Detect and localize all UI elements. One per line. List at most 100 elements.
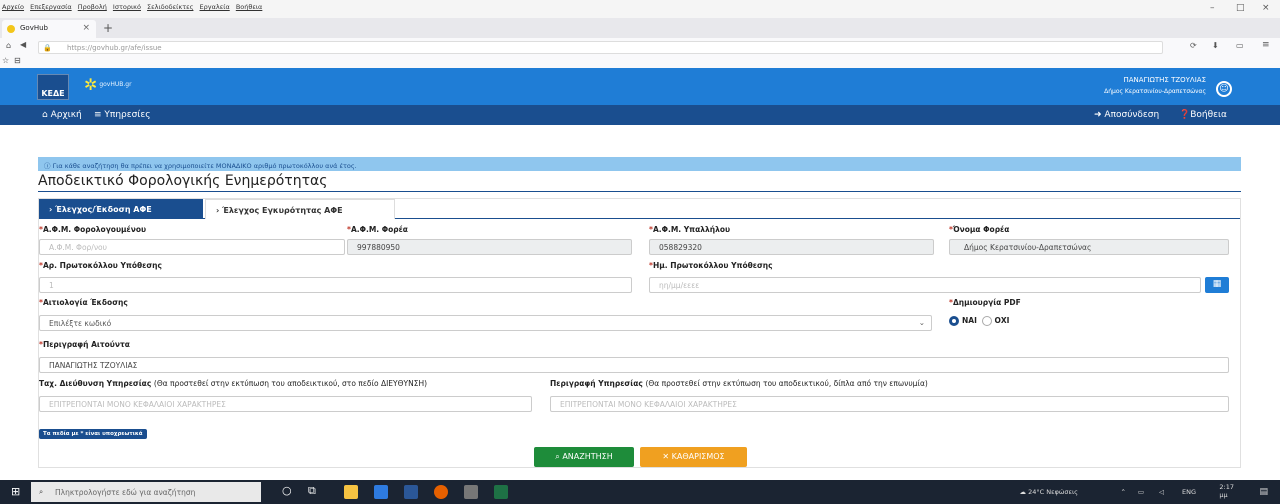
nav-help[interactable]: ❓Βοήθεια	[1179, 110, 1227, 120]
excel-icon[interactable]	[494, 485, 508, 499]
clock[interactable]: 2:17 μμ	[1219, 483, 1234, 499]
download-icon[interactable]: ⬇	[1212, 41, 1219, 50]
agency-name-label: *Όνομα Φορέα	[949, 225, 1010, 234]
alert-text: Για κάθε αναζήτηση θα πρέπει να χρησιμοπ…	[52, 162, 357, 170]
search-button[interactable]: ⌕ ΑΝΑΖΗΤΗΣΗ	[534, 447, 634, 467]
pdf-yes-radio[interactable]	[949, 316, 959, 326]
address-note: (Θα προστεθεί στην εκτύπωση του αποδεικτ…	[153, 379, 428, 388]
library-icon[interactable]: ▭	[1236, 41, 1244, 50]
tab-close-icon[interactable]: ×	[82, 23, 90, 33]
site-header: ΚΕΔΕ ✲ govHUB.gr ΠΑΝΑΓΙΩΤΗΣ ΤΖΟΥΛΙΑΣ Δήμ…	[0, 68, 1280, 105]
pdf-no-radio[interactable]	[981, 316, 992, 326]
weather[interactable]: ☁ 24°C Νεφώσεις	[1020, 488, 1078, 496]
back-icon[interactable]: ◀	[20, 40, 26, 49]
network-icon: ✲	[84, 75, 98, 94]
service-desc-input[interactable]: ΕΠΙΤΡΕΠΟΝΤΑΙ ΜΟΝΟ ΚΕΦΑΛΑΙΟΙ ΧΑΡΑΚΤΗΡΕΣ	[550, 396, 1229, 412]
pdf-radio-group: ΝΑΙ ΟΧΙ	[949, 316, 1009, 326]
tab-title: GovHub	[20, 24, 48, 32]
menu-view[interactable]: Προβολή	[76, 0, 109, 11]
govhub-logo[interactable]: ✲ govHUB.gr	[84, 75, 132, 94]
menu-help[interactable]: Βοήθεια	[234, 0, 265, 11]
star-icon[interactable]: ☆	[2, 56, 9, 65]
page-content: ⓘ Για κάθε αναζήτηση θα πρέπει να χρησιμ…	[0, 125, 1280, 480]
reload-icon[interactable]: ⟳	[1190, 41, 1197, 50]
firefox-icon[interactable]	[434, 485, 448, 499]
nav-help-label: Βοήθεια	[1190, 110, 1227, 120]
new-tab-button[interactable]: +	[103, 21, 113, 35]
tray-chevron-icon[interactable]: ⌃	[1121, 488, 1126, 496]
url-text: https://govhub.gr/afe/issue	[67, 44, 162, 52]
protocol-date-label: *Ημ. Πρωτοκόλλου Υπόθεσης	[649, 261, 773, 270]
language-indicator[interactable]: ENG	[1182, 488, 1196, 496]
network-tray-icon[interactable]: ▭	[1138, 488, 1144, 496]
cortana-icon[interactable]: ○	[282, 484, 292, 497]
afm-agency-field: 997880950	[347, 239, 632, 255]
home-icon[interactable]: ⌂	[6, 41, 11, 50]
protocol-no-input[interactable]: 1	[39, 277, 632, 293]
home-icon: ⌂	[42, 110, 51, 120]
nav-services[interactable]: ≡ Υπηρεσίες	[94, 110, 151, 120]
search-button-label: ΑΝΑΖΗΤΗΣΗ	[562, 452, 613, 461]
info-icon: ⓘ	[44, 162, 53, 170]
user-avatar-icon[interactable]: ☺	[1216, 81, 1232, 97]
outlook-icon[interactable]	[374, 485, 388, 499]
task-view-icon[interactable]: ⧉	[308, 484, 316, 498]
reason-select-value: Επιλέξτε κωδικό	[49, 319, 112, 328]
required-note-badge: Τα πεδία με * είναι υποχρεωτικά	[39, 429, 147, 439]
word-icon[interactable]	[404, 485, 418, 499]
logout-icon: ➜	[1094, 110, 1105, 120]
nav-logout[interactable]: ➜ Αποσύνδεση	[1094, 110, 1159, 120]
govhub-logo-text: govHUB.gr	[99, 81, 132, 88]
chevron-down-icon: ⌄	[918, 318, 925, 327]
close-icon: ✕	[662, 452, 672, 461]
menu-file[interactable]: Αρχείο	[0, 0, 26, 11]
protocol-date-input[interactable]: ηη/μμ/εεεε	[649, 277, 1201, 293]
list-icon: ≡	[94, 110, 105, 120]
tab-issue-afe[interactable]: › Έλεγχος/Έκδοση ΑΦΕ	[39, 199, 203, 219]
afm-taxpayer-input[interactable]: Α.Φ.Μ. Φορ/νου	[39, 239, 345, 255]
menu-bookmarks[interactable]: Σελιδοδείκτες	[145, 0, 195, 11]
app-icon[interactable]	[464, 485, 478, 499]
menu-history[interactable]: Ιστορικό	[111, 0, 143, 11]
clear-button-label: ΚΑΘΑΡΙΣΜΟΣ	[671, 452, 725, 461]
file-explorer-icon[interactable]	[344, 485, 358, 499]
bookmark-folder-icon[interactable]: ⊟	[14, 56, 21, 65]
form-tabs: › Έλεγχος/Έκδοση ΑΦΕ › Έλεγχος Εγκυρότητ…	[39, 199, 1240, 219]
clear-button[interactable]: ✕ ΚΑΘΑΡΙΣΜΟΣ	[640, 447, 747, 467]
hamburger-menu-icon[interactable]: ≡	[1262, 40, 1270, 50]
applicant-label: *Περιγραφή Αιτούντα	[39, 340, 130, 349]
info-alert: ⓘ Για κάθε αναζήτηση θα πρέπει να χρησιμ…	[38, 157, 1241, 171]
close-window-button[interactable]: ×	[1262, 3, 1270, 13]
agency-name-field: Δήμος Κερατσινίου-Δραπετσώνας	[949, 239, 1229, 255]
reason-label: *Αιτιολογία Έκδοσης	[39, 298, 128, 307]
menu-tools[interactable]: Εργαλεία	[198, 0, 232, 11]
nav-home[interactable]: ⌂ Αρχική	[42, 110, 82, 120]
calendar-icon[interactable]: ▦	[1205, 277, 1229, 293]
volume-icon[interactable]: ◁	[1159, 488, 1164, 496]
tab-validate-afe[interactable]: › Έλεγχος Εγκυρότητας ΑΦΕ	[205, 199, 395, 219]
weather-text: 24°C Νεφώσεις	[1028, 488, 1078, 496]
maximize-button[interactable]: □	[1236, 3, 1245, 13]
form-panel: › Έλεγχος/Έκδοση ΑΦΕ › Έλεγχος Εγκυρότητ…	[38, 198, 1241, 468]
user-organization: Δήμος Κερατσινίου-Δραπετσώνας	[1104, 88, 1206, 95]
bookmarks-bar: ☆ ⊟	[0, 56, 1280, 68]
minimize-button[interactable]: –	[1210, 3, 1215, 13]
windows-taskbar: ⊞ ⌕ Πληκτρολογήστε εδώ για αναζήτηση ○ ⧉…	[0, 480, 1280, 504]
browser-tabstrip: GovHub ×	[0, 18, 1280, 38]
browser-menubar: Αρχείο Επεξεργασία Προβολή Ιστορικό Σελι…	[0, 0, 1280, 18]
browser-tab[interactable]: GovHub ×	[2, 20, 96, 38]
cloud-icon: ☁	[1019, 488, 1029, 496]
reason-select[interactable]: Επιλέξτε κωδικό ⌄	[39, 315, 932, 331]
title-divider	[38, 191, 1241, 192]
pdf-label: *Δημιουργία PDF	[949, 298, 1021, 307]
notifications-icon[interactable]: ▤	[1259, 487, 1268, 497]
address-bar[interactable]: 🔒 https://govhub.gr/afe/issue	[38, 41, 1163, 54]
main-nav: ⌂ Αρχική ≡ Υπηρεσίες ➜ Αποσύνδεση ❓Βοήθε…	[0, 105, 1280, 125]
menu-edit[interactable]: Επεξεργασία	[28, 0, 74, 11]
windows-start-icon[interactable]: ⊞	[11, 485, 20, 498]
applicant-input[interactable]: ΠΑΝΑΓΙΩΤΗΣ ΤΖΟΥΛΙΑΣ	[39, 357, 1229, 373]
address-input[interactable]: ΕΠΙΤΡΕΠΟΝΤΑΙ ΜΟΝΟ ΚΕΦΑΛΑΙΟΙ ΧΑΡΑΚΤΗΡΕΣ	[39, 396, 532, 412]
afm-employee-field: 058829320	[649, 239, 934, 255]
taskbar-search[interactable]: ⌕ Πληκτρολογήστε εδώ για αναζήτηση	[31, 482, 261, 502]
kede-logo[interactable]: ΚΕΔΕ	[37, 74, 69, 100]
